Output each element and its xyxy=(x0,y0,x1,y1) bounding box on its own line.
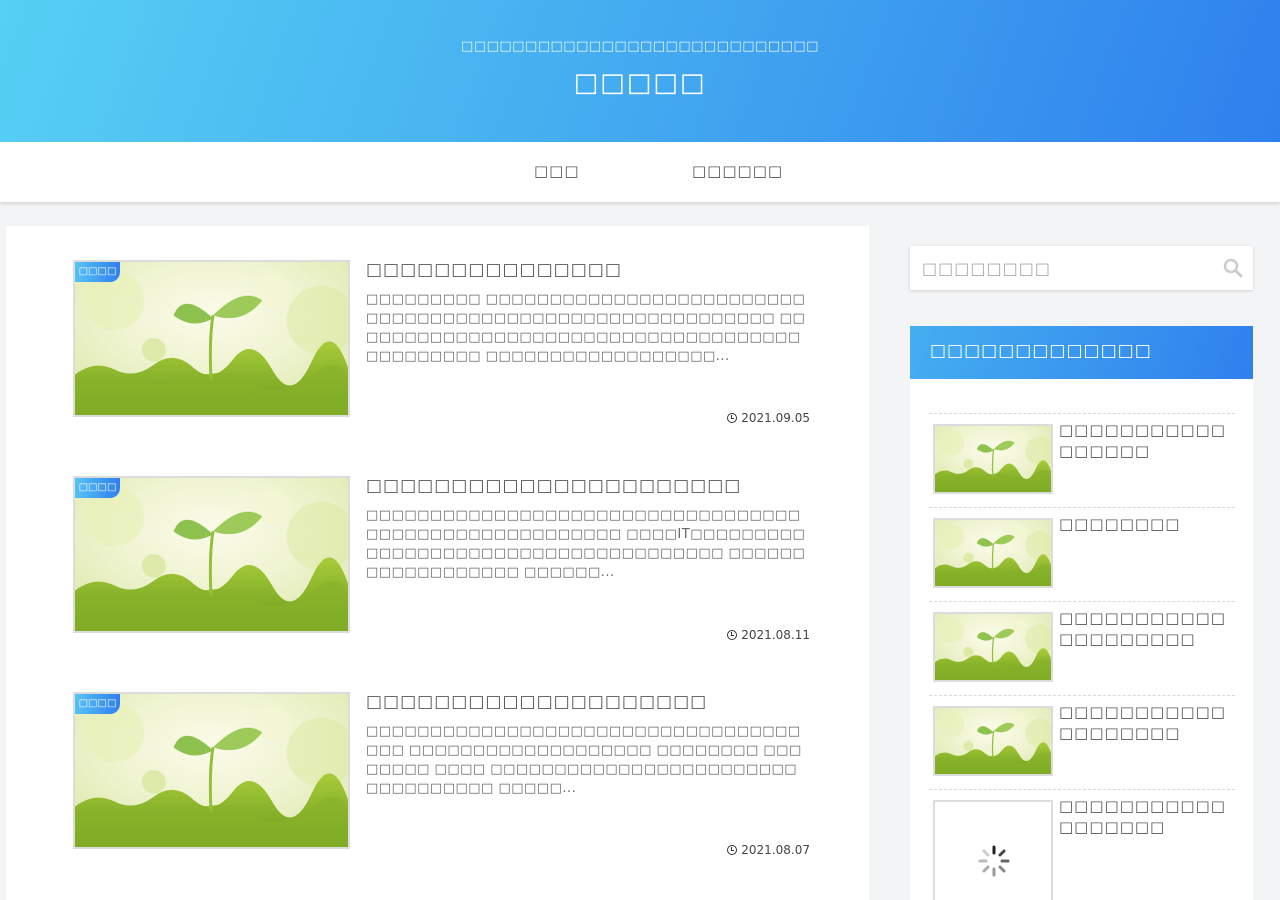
post-date-text: 2021.09.05 xyxy=(741,411,810,425)
sidebar-post-title[interactable]: □□□□□□□□□□□□□□□□□□ xyxy=(1059,796,1233,838)
sidebar-post-title[interactable]: □□□□□□□□□□□□□□□□□□□□ xyxy=(1059,608,1233,650)
site-tagline: □□□□□□□□□□□□□□□□□□□□□□□□□□□□ xyxy=(461,39,819,54)
popular-posts-widget: □□□□□□□□□□□□□ □□□□□□□□□□□□□□□□□ □□□□□□□□… xyxy=(910,326,1253,900)
post-excerpt: □□□□□□□□□ □□□□□□□□□□□□□□□□□□□□□□□□□□□□□□… xyxy=(366,292,806,364)
sidebar-post-thumbnail[interactable] xyxy=(933,518,1053,588)
post-title[interactable]: □□□□□□□□□□□□□□□ xyxy=(366,260,806,280)
search-input[interactable] xyxy=(910,246,1210,290)
nav-item-home[interactable]: □□□ xyxy=(534,162,580,180)
post-excerpt: □□□□□□□□□□□□□□□□□□□□□□□□□□□□□□□□□□□□□ □□… xyxy=(366,724,802,796)
post-card[interactable]: □□□□ □□□□□□□□□□□□□□□□□□□□ □□□□□□□□□□□□□□… xyxy=(73,692,813,857)
widget-header: □□□□□□□□□□□□□ xyxy=(910,326,1253,379)
post-date-text: 2021.08.11 xyxy=(741,628,810,642)
sprout-image xyxy=(75,478,348,631)
clock-icon xyxy=(727,630,738,640)
nav-item-profile[interactable]: □□□□□□ xyxy=(692,162,783,180)
category-badge[interactable]: □□□□ xyxy=(75,694,120,714)
sprout-image xyxy=(935,426,1051,492)
widget-title: □□□□□□□□□□□□□ xyxy=(930,341,1152,361)
post-thumbnail[interactable]: □□□□ xyxy=(73,692,350,849)
post-date: 2021.08.11 xyxy=(727,628,810,642)
sprout-image xyxy=(935,614,1051,680)
search-box xyxy=(910,246,1253,290)
post-thumbnail[interactable]: □□□□ xyxy=(73,476,350,633)
loading-spinner-icon xyxy=(978,845,1010,877)
post-thumbnail[interactable]: □□□□ xyxy=(73,260,350,417)
post-title[interactable]: □□□□□□□□□□□□□□□□□□□□□□ xyxy=(366,476,806,496)
sidebar-post-item[interactable]: □□□□□□□□ xyxy=(929,507,1235,601)
sprout-image xyxy=(935,520,1051,586)
sidebar-post-item[interactable]: □□□□□□□□□□□□□□□□□ xyxy=(929,413,1235,507)
category-badge[interactable]: □□□□ xyxy=(75,478,120,498)
sprout-image xyxy=(935,708,1051,774)
post-date: 2021.09.05 xyxy=(727,411,810,425)
sidebar-post-title[interactable]: □□□□□□□□□□□□□□□□□□□ xyxy=(1059,702,1233,744)
post-title[interactable]: □□□□□□□□□□□□□□□□□□□□ xyxy=(366,692,806,712)
sidebar-post-item[interactable]: □□□□□□□□□□□□□□□□□□ xyxy=(929,789,1235,900)
sidebar-post-item[interactable]: □□□□□□□□□□□□□□□□□□□ xyxy=(929,695,1235,789)
site-header: □□□□□□□□□□□□□□□□□□□□□□□□□□□□ □□□□□ xyxy=(0,0,1280,142)
search-icon[interactable] xyxy=(1223,258,1243,278)
sprout-image xyxy=(75,262,348,415)
sidebar-post-thumbnail[interactable] xyxy=(933,612,1053,682)
sidebar-post-title[interactable]: □□□□□□□□ xyxy=(1059,514,1233,535)
site-title[interactable]: □□□□□ xyxy=(0,68,1280,98)
sidebar-post-thumbnail[interactable] xyxy=(933,424,1053,494)
sprout-image xyxy=(75,694,348,847)
main-nav: □□□ □□□□□□ xyxy=(0,142,1280,202)
category-badge[interactable]: □□□□ xyxy=(75,262,120,282)
post-excerpt: □□□□□□□□□□□□□□□□□□□□□□□□□□□□□□□□□□□□□□□□… xyxy=(366,508,806,580)
sidebar-post-thumbnail[interactable] xyxy=(933,706,1053,776)
sidebar-post-thumbnail[interactable] xyxy=(933,800,1053,900)
post-card[interactable]: □□□□ □□□□□□□□□□□□□□□ □□□□□□□□□ □□□□□□□□□… xyxy=(73,260,813,425)
clock-icon xyxy=(727,845,738,855)
post-date: 2021.08.07 xyxy=(727,843,810,857)
post-list: □□□□ □□□□□□□□□□□□□□□ □□□□□□□□□ □□□□□□□□□… xyxy=(6,226,869,900)
clock-icon xyxy=(727,413,738,423)
sidebar-post-title[interactable]: □□□□□□□□□□□□□□□□□ xyxy=(1059,420,1233,462)
post-card[interactable]: □□□□ □□□□□□□□□□□□□□□□□□□□□□ □□□□□□□□□□□□… xyxy=(73,476,813,642)
post-date-text: 2021.08.07 xyxy=(741,843,810,857)
sidebar-post-item[interactable]: □□□□□□□□□□□□□□□□□□□□ xyxy=(929,601,1235,695)
